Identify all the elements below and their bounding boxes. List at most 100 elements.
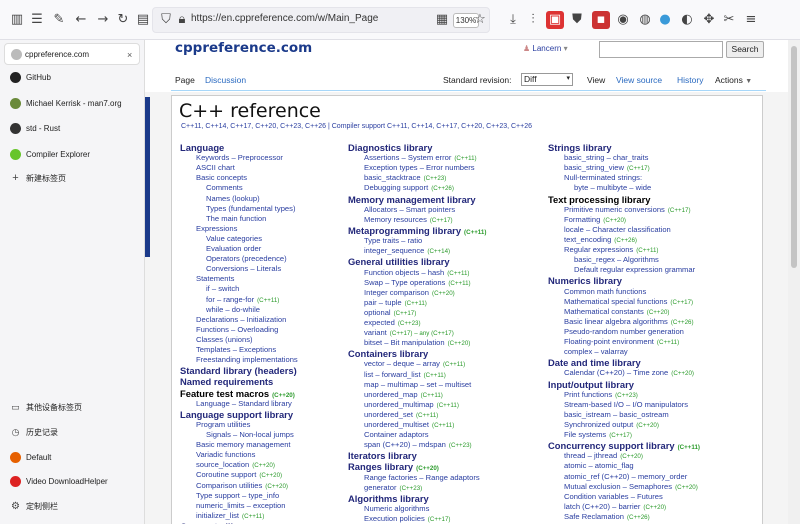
reference-link[interactable]: Basic memory management bbox=[180, 440, 360, 450]
reference-link[interactable]: Templates – Exceptions bbox=[180, 345, 360, 355]
section-heading[interactable]: Named requirements bbox=[180, 376, 360, 387]
back-icon[interactable]: ← bbox=[72, 11, 90, 29]
reference-link[interactable]: Regular expressions (C++11) bbox=[548, 245, 758, 255]
section-heading[interactable]: Date and time library bbox=[548, 357, 758, 368]
sidebar-item-compiler-explorer[interactable]: Compiler Explorer bbox=[0, 144, 145, 166]
reference-link[interactable]: Assertions – System error (C++11) bbox=[348, 153, 528, 163]
reference-link[interactable]: while – do-while bbox=[180, 305, 360, 315]
reference-link[interactable]: Comparison utilities (C++20) bbox=[180, 481, 360, 491]
reference-link[interactable]: Operators (precedence) bbox=[180, 254, 360, 264]
reference-link[interactable]: Keywords – Preprocessor bbox=[180, 153, 360, 163]
reference-link[interactable]: Coroutine support (C++20) bbox=[180, 470, 360, 480]
reference-link[interactable]: Exception types – Error numbers bbox=[348, 163, 528, 173]
section-heading[interactable]: Ranges library (C++20) bbox=[348, 461, 528, 472]
reference-link[interactable]: Synchronized output (C++20) bbox=[548, 420, 758, 430]
reference-link[interactable]: Condition variables – Futures bbox=[548, 492, 758, 502]
reference-link[interactable]: Value categories bbox=[180, 234, 360, 244]
reference-link[interactable]: Language – Standard library bbox=[180, 399, 360, 409]
user-link[interactable]: ♟ Lancern ▾ bbox=[523, 44, 568, 53]
reference-link[interactable]: Program utilities bbox=[180, 420, 360, 430]
section-heading[interactable]: Algorithms library bbox=[348, 493, 528, 504]
reference-link[interactable]: Classes (unions) bbox=[180, 335, 360, 345]
section-heading[interactable]: General utilities library bbox=[348, 256, 528, 267]
reader-view-icon[interactable]: ▤ bbox=[134, 11, 152, 29]
reference-link[interactable]: expected (C++23) bbox=[348, 318, 528, 328]
sidebar-item-rust[interactable]: std - Rust bbox=[0, 118, 145, 140]
reference-link[interactable]: initializer_list (C++11) bbox=[180, 511, 360, 521]
reference-link[interactable]: Default regular expression grammar bbox=[548, 265, 758, 275]
section-heading[interactable]: Containers library bbox=[348, 348, 528, 359]
reference-link[interactable]: Primitive numeric conversions (C++17) bbox=[548, 205, 758, 215]
url-bar[interactable]: ⛉ 🔒︎ https://en.cppreference.com/w/Main_… bbox=[152, 7, 490, 33]
reference-link[interactable]: Types (fundamental types) bbox=[180, 204, 360, 214]
reference-link[interactable]: Numeric algorithms bbox=[348, 504, 528, 514]
tab-actions[interactable]: Actions ▼ bbox=[715, 75, 752, 85]
section-heading[interactable]: Feature test macros (C++20) bbox=[180, 388, 360, 399]
extension-red-icon[interactable]: ▪ bbox=[592, 11, 610, 29]
screenshot-icon[interactable]: ✂ bbox=[720, 11, 738, 29]
reference-link[interactable]: Names (lookup) bbox=[180, 194, 360, 204]
reference-link[interactable]: if – switch bbox=[180, 284, 360, 294]
reference-link[interactable]: basic_istream – basic_ostream bbox=[548, 410, 758, 420]
section-heading[interactable]: Diagnostics library bbox=[348, 142, 528, 153]
reference-link[interactable]: Debugging support (C++26) bbox=[348, 183, 528, 193]
search-button[interactable]: Search bbox=[726, 41, 764, 58]
url-text[interactable]: https://en.cppreference.com/w/Main_Page bbox=[191, 13, 378, 24]
sidebar-item-github[interactable]: GitHub bbox=[0, 67, 145, 89]
extensions-puzzle-icon[interactable]: ✥ bbox=[700, 11, 718, 29]
extension-cookie-icon[interactable]: ◉ bbox=[614, 11, 632, 29]
sidebar-item-history[interactable]: ◷ 历史记录 bbox=[0, 422, 145, 444]
reference-link[interactable]: Expressions bbox=[180, 224, 360, 234]
reference-link[interactable]: Freestanding implementations bbox=[180, 355, 360, 365]
reference-link[interactable]: span (C++20) – mdspan (C++23) bbox=[348, 440, 528, 450]
reference-link[interactable]: The main function bbox=[180, 214, 360, 224]
reference-link[interactable]: Print functions (C++23) bbox=[548, 390, 758, 400]
tab-view-source[interactable]: View source bbox=[616, 75, 662, 85]
extension-globe-icon[interactable]: ◍ bbox=[636, 11, 654, 29]
reference-link[interactable]: Execution policies (C++17) bbox=[348, 514, 528, 524]
reference-link[interactable]: byte – multibyte – wide bbox=[548, 183, 758, 193]
reference-link[interactable]: unordered_multimap (C++11) bbox=[348, 400, 528, 410]
reference-link[interactable]: basic_string – char_traits bbox=[548, 153, 758, 163]
page-action-icon[interactable]: ▦ bbox=[433, 11, 451, 29]
reference-link[interactable]: unordered_map (C++11) bbox=[348, 390, 528, 400]
reference-link[interactable]: map – multimap – set – multiset bbox=[348, 380, 528, 390]
extension-blue-icon[interactable]: ● bbox=[656, 11, 674, 29]
reference-link[interactable]: optional (C++17) bbox=[348, 308, 528, 318]
section-heading[interactable]: Language bbox=[180, 142, 360, 153]
sidebar-item-customize[interactable]: ⚙ 定制侧栏 bbox=[0, 496, 145, 518]
reference-link[interactable]: Declarations – Initialization bbox=[180, 315, 360, 325]
menu-icon[interactable]: ≡ bbox=[742, 11, 760, 29]
reference-link[interactable]: Calendar (C++20) – Time zone (C++20) bbox=[548, 368, 758, 378]
reference-link[interactable]: variant (C++17) – any (C++17) bbox=[348, 328, 528, 338]
reference-link[interactable]: Mutual exclusion – Semaphores (C++20) bbox=[548, 482, 758, 492]
reference-link[interactable]: atomic – atomic_flag bbox=[548, 461, 758, 471]
download-icon[interactable]: ⤓ bbox=[504, 11, 522, 29]
reference-link[interactable]: integer_sequence (C++14) bbox=[348, 246, 528, 256]
section-heading[interactable]: Strings library bbox=[548, 142, 758, 153]
tab-discussion[interactable]: Discussion bbox=[205, 75, 246, 85]
reference-link[interactable]: Range factories – Range adaptors bbox=[348, 473, 528, 483]
reference-link[interactable]: numeric_limits – exception bbox=[180, 501, 360, 511]
sidebar-item-man7[interactable]: Michael Kerrisk - man7.org bbox=[0, 93, 145, 115]
section-heading[interactable]: Language support library bbox=[180, 409, 360, 420]
section-heading[interactable]: Metaprogramming library (C++11) bbox=[348, 225, 528, 236]
reference-link[interactable]: Swap – Type operations (C++11) bbox=[348, 278, 528, 288]
tabs-list-icon[interactable]: ☰ bbox=[28, 11, 46, 29]
reference-link[interactable]: basic_string_view (C++17) bbox=[548, 163, 758, 173]
reference-link[interactable]: complex – valarray bbox=[548, 347, 758, 357]
reference-link[interactable]: basic_regex – Algorithms bbox=[548, 255, 758, 265]
reference-link[interactable]: atomic_ref (C++20) – memory_order bbox=[548, 472, 758, 482]
library-icon[interactable]: ⫶ bbox=[524, 11, 542, 29]
close-icon[interactable]: × bbox=[127, 44, 132, 64]
extension-badge-icon[interactable]: ▣ bbox=[546, 11, 564, 29]
extension-dark-icon[interactable]: ◐ bbox=[678, 11, 696, 29]
reference-link[interactable]: Mathematical constants (C++20) bbox=[548, 307, 758, 317]
reference-link[interactable]: Pseudo-random number generation bbox=[548, 327, 758, 337]
reference-link[interactable]: Common math functions bbox=[548, 287, 758, 297]
reference-link[interactable]: Type support – type_info bbox=[180, 491, 360, 501]
reference-link[interactable]: basic_stacktrace (C++23) bbox=[348, 173, 528, 183]
reference-link[interactable]: Evaluation order bbox=[180, 244, 360, 254]
section-heading[interactable]: Iterators library bbox=[348, 450, 528, 461]
reference-link[interactable]: Null-terminated strings: bbox=[548, 173, 758, 183]
